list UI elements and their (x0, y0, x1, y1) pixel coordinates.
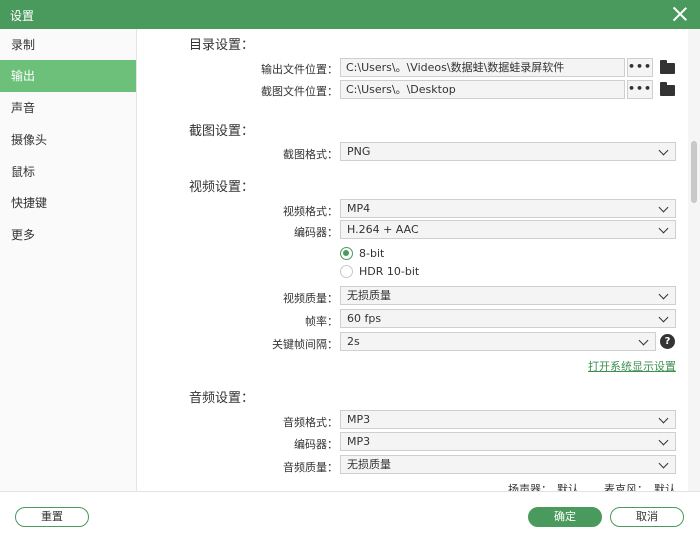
vertical-scrollbar[interactable] (688, 29, 700, 491)
sidebar: 录制 输出 声音 摄像头 鼠标 快捷键 更多 (0, 29, 137, 491)
audio-quality-label: 音频质量： (283, 461, 338, 474)
screenshot-format-select[interactable]: PNG (340, 142, 676, 161)
footer: 重置 确定 取消 (0, 491, 700, 541)
video-format-select[interactable]: MP4 (340, 199, 676, 218)
radio-unchecked-icon (340, 265, 353, 278)
sidebar-item-camera[interactable]: 摄像头 (0, 124, 136, 156)
directory-section-title: 目录设置： (189, 38, 255, 53)
window-title: 设置 (10, 9, 35, 23)
sidebar-item-output[interactable]: 输出 (0, 60, 136, 92)
scrollbar-thumb[interactable] (691, 141, 697, 203)
fps-select[interactable]: 60 fps (340, 309, 676, 328)
video-quality-value: 无损质量 (347, 289, 391, 302)
audio-encoder-select[interactable]: MP3 (340, 432, 676, 451)
screenshot-format-value: PNG (347, 145, 371, 158)
output-browse-button[interactable]: ••• (627, 58, 653, 77)
chevron-down-icon (638, 335, 649, 346)
screenshot-format-label: 截图格式： (283, 148, 338, 161)
fps-value: 60 fps (347, 312, 382, 325)
chevron-down-icon (658, 458, 669, 469)
screenshot-section-title: 截图设置： (189, 124, 255, 139)
audio-encoder-label: 编码器： (294, 438, 338, 451)
mic-label: 麦克风： (604, 483, 648, 491)
close-icon[interactable] (672, 6, 688, 22)
output-path-label: 输出文件位置： (261, 63, 338, 76)
video-encoder-label: 编码器： (294, 226, 338, 239)
chevron-down-icon (658, 435, 669, 446)
audio-format-label: 音频格式： (283, 416, 338, 429)
fps-label: 帧率： (305, 315, 338, 328)
audio-encoder-value: MP3 (347, 435, 371, 448)
audio-format-select[interactable]: MP3 (340, 410, 676, 429)
speaker-value: 默认 (557, 483, 579, 491)
keyframe-label: 关键帧间隔： (272, 338, 338, 351)
audio-quality-value: 无损质量 (347, 458, 391, 471)
video-encoder-value: H.264 + AAC (347, 223, 419, 236)
ok-button[interactable]: 确定 (528, 507, 602, 527)
keyframe-select[interactable]: 2s (340, 332, 656, 351)
output-path-field[interactable]: C:\Users\。\Videos\数据蛙\数据蛙录屏软件 (340, 58, 625, 77)
audio-section-title: 音频设置： (189, 391, 255, 406)
sidebar-item-hotkeys[interactable]: 快捷键 (0, 187, 136, 219)
title-bar: 设置 (0, 0, 700, 29)
sidebar-item-sound[interactable]: 声音 (0, 92, 136, 124)
screenshot-path-field[interactable]: C:\Users\。\Desktop (340, 80, 625, 99)
audio-format-value: MP3 (347, 413, 371, 426)
video-encoder-select[interactable]: H.264 + AAC (340, 220, 676, 239)
radio-checked-icon (340, 247, 353, 260)
video-quality-label: 视频质量： (283, 292, 338, 305)
chevron-down-icon (658, 202, 669, 213)
keyframe-value: 2s (347, 335, 360, 348)
chevron-down-icon (658, 413, 669, 424)
chevron-down-icon (658, 312, 669, 323)
mic-value: 默认 (654, 483, 676, 491)
video-quality-select[interactable]: 无损质量 (340, 286, 676, 305)
chevron-down-icon (658, 223, 669, 234)
screenshot-browse-button[interactable]: ••• (627, 80, 653, 99)
settings-panel: 目录设置： 输出文件位置： C:\Users\。\Videos\数据蛙\数据蛙录… (138, 29, 688, 491)
sidebar-item-record[interactable]: 录制 (0, 29, 136, 61)
video-format-label: 视频格式： (283, 205, 338, 218)
bitdepth-hdr-label: HDR 10-bit (359, 265, 420, 278)
chevron-down-icon (658, 289, 669, 300)
output-folder-icon[interactable] (660, 60, 675, 74)
help-icon[interactable]: ? (660, 334, 675, 349)
reset-button[interactable]: 重置 (15, 507, 89, 527)
speaker-label: 扬声器： (508, 483, 552, 491)
sidebar-item-mouse[interactable]: 鼠标 (0, 156, 136, 188)
display-settings-link[interactable]: 打开系统显示设置 (588, 358, 676, 374)
chevron-down-icon (658, 145, 669, 156)
cancel-button[interactable]: 取消 (610, 507, 684, 527)
audio-quality-select[interactable]: 无损质量 (340, 455, 676, 474)
video-section-title: 视频设置： (189, 180, 255, 195)
sidebar-item-more[interactable]: 更多 (0, 219, 136, 251)
video-format-value: MP4 (347, 202, 371, 215)
screenshot-folder-icon[interactable] (660, 82, 675, 96)
bitdepth-8bit-label: 8-bit (359, 247, 385, 260)
screenshot-path-label: 截图文件位置： (261, 85, 338, 98)
